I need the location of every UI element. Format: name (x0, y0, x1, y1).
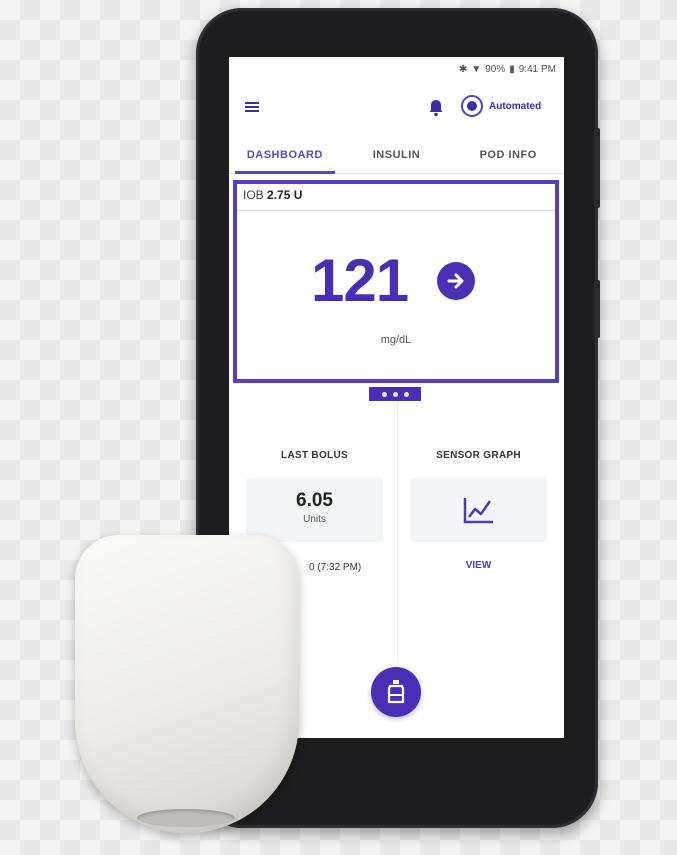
tab-insulin[interactable]: INSULIN (341, 143, 453, 173)
page-dot (403, 391, 409, 397)
divider (237, 210, 555, 211)
power-button (594, 280, 600, 338)
iob-label: IOB (243, 188, 264, 202)
last-bolus-time: 0 (7:32 PM) (309, 562, 362, 573)
arrow-right-icon (437, 262, 475, 300)
last-bolus-unit: Units (303, 514, 326, 525)
wifi-icon: ▼ (471, 64, 482, 75)
insulin-bolus-icon (387, 680, 405, 704)
mode-label: Automated (489, 100, 542, 112)
last-bolus-card[interactable]: 6.05 Units (246, 478, 383, 542)
tab-bar: DASHBOARD INSULIN POD INFO (229, 143, 564, 174)
last-bolus-title: LAST BOLUS (281, 450, 348, 461)
app-bar: Automated (229, 91, 564, 125)
glucose-unit: mg/dL (380, 334, 412, 346)
iob-row: IOB 2.75 U (243, 188, 302, 202)
line-chart-icon (463, 498, 493, 524)
glucose-card[interactable]: IOB 2.75 U 121 mg/dL (233, 180, 559, 383)
last-bolus-value: 6.05 (296, 490, 333, 511)
tile-divider (397, 403, 398, 663)
sensor-graph-card[interactable] (410, 478, 547, 542)
volume-button (594, 128, 600, 208)
mode-indicator[interactable]: Automated (461, 95, 541, 117)
battery-level: 90% (485, 64, 506, 75)
bell-icon[interactable] (428, 99, 444, 117)
page-dot (392, 391, 398, 397)
page-dot (381, 391, 387, 397)
tab-pod-info[interactable]: POD INFO (452, 143, 564, 173)
glucose-value: 121 (311, 247, 409, 314)
pod-cannula-window (137, 809, 235, 827)
automated-mode-icon (461, 95, 483, 117)
iob-value: 2.75 U (267, 188, 303, 202)
battery-icon: ▮ (509, 64, 515, 75)
sensor-graph-title: SENSOR GRAPH (436, 450, 521, 461)
menu-icon[interactable] (245, 102, 259, 112)
bolus-button[interactable] (371, 667, 421, 717)
view-sensor-graph-link[interactable]: VIEW (410, 560, 547, 571)
tab-dashboard[interactable]: DASHBOARD (229, 143, 341, 174)
page-indicator[interactable] (369, 387, 421, 401)
status-bar: ✱ ▼ 90% ▮ 9:41 PM (459, 64, 556, 75)
insulin-pod-device (75, 535, 299, 833)
signal-icon: ✱ (458, 64, 468, 75)
clock: 9:41 PM (518, 64, 556, 75)
